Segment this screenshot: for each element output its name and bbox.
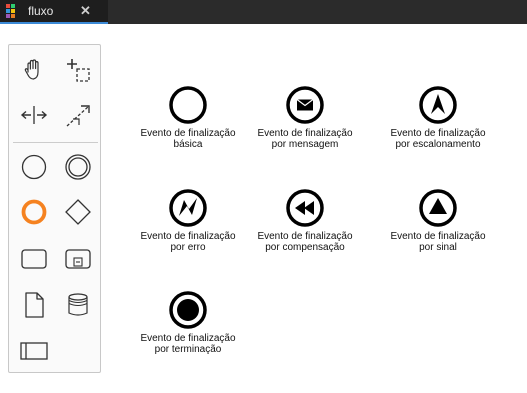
tab-fluxo[interactable]: fluxo ✕ xyxy=(0,0,108,24)
event-escalation-end[interactable]: Evento de finalização por escalonamento xyxy=(383,85,493,150)
title-bar: fluxo ✕ xyxy=(0,0,527,24)
lasso-tool-button[interactable] xyxy=(63,55,93,85)
gateway-tool-button[interactable] xyxy=(63,197,93,227)
event-label: Evento de finalização básica xyxy=(140,128,236,150)
pool-tool-button[interactable] xyxy=(19,336,49,366)
end-event-tool-button[interactable] xyxy=(19,197,49,227)
event-label: Evento de finalização por mensagem xyxy=(257,128,353,150)
space-icon xyxy=(20,106,48,124)
data-object-tool-button[interactable] xyxy=(19,290,49,320)
event-compensation-end[interactable]: Evento de finalização por compensação xyxy=(250,188,360,253)
event-label: Evento de finalização por terminação xyxy=(140,333,236,355)
event-basic-end[interactable]: Evento de finalização básica xyxy=(133,85,243,150)
start-event-tool-button[interactable] xyxy=(19,152,49,182)
subprocess-tool-button[interactable] xyxy=(63,244,93,274)
lasso-icon xyxy=(67,59,90,82)
palette-divider xyxy=(13,142,98,143)
event-terminate-end[interactable]: Evento de finalização por terminação xyxy=(133,290,243,355)
circle-double-icon xyxy=(65,154,91,180)
intermediate-event-tool-button[interactable] xyxy=(63,152,93,182)
event-message-end[interactable]: Evento de finalização por mensagem xyxy=(250,85,360,150)
circle-thin-icon xyxy=(21,154,47,180)
app-logo-icon xyxy=(6,4,15,18)
hand-icon xyxy=(24,59,39,80)
diamond-icon xyxy=(65,199,91,225)
event-label: Evento de finalização por erro xyxy=(140,231,236,253)
hand-tool-button[interactable] xyxy=(19,55,49,85)
data-store-tool-button[interactable] xyxy=(63,290,93,320)
event-label: Evento de finalização por compensação xyxy=(257,231,353,253)
event-error-end[interactable]: Evento de finalização por erro xyxy=(133,188,243,253)
document-icon xyxy=(25,292,44,318)
end-event-compensation-icon xyxy=(286,189,324,227)
pool-icon xyxy=(20,342,48,360)
end-event-none-icon xyxy=(169,86,207,124)
connect-icon xyxy=(66,105,90,127)
end-event-signal-icon xyxy=(419,189,457,227)
end-event-message-icon xyxy=(286,86,324,124)
subprocess-icon xyxy=(65,249,91,269)
tab-title: fluxo xyxy=(28,4,54,18)
space-tool-button[interactable] xyxy=(19,100,49,130)
database-icon xyxy=(68,293,88,316)
end-event-terminate-icon xyxy=(169,291,207,329)
tool-palette xyxy=(8,44,101,373)
circle-thick-icon xyxy=(21,199,47,225)
end-event-error-icon xyxy=(169,189,207,227)
event-label: Evento de finalização por escalonamento xyxy=(390,128,486,150)
connect-tool-button[interactable] xyxy=(63,100,93,130)
event-label: Evento de finalização por sinal xyxy=(390,231,486,253)
task-tool-button[interactable] xyxy=(19,244,49,274)
end-event-escalation-icon xyxy=(419,86,457,124)
rounded-rect-icon xyxy=(21,249,47,269)
close-icon[interactable]: ✕ xyxy=(80,3,91,19)
event-signal-end[interactable]: Evento de finalização por sinal xyxy=(383,188,493,253)
